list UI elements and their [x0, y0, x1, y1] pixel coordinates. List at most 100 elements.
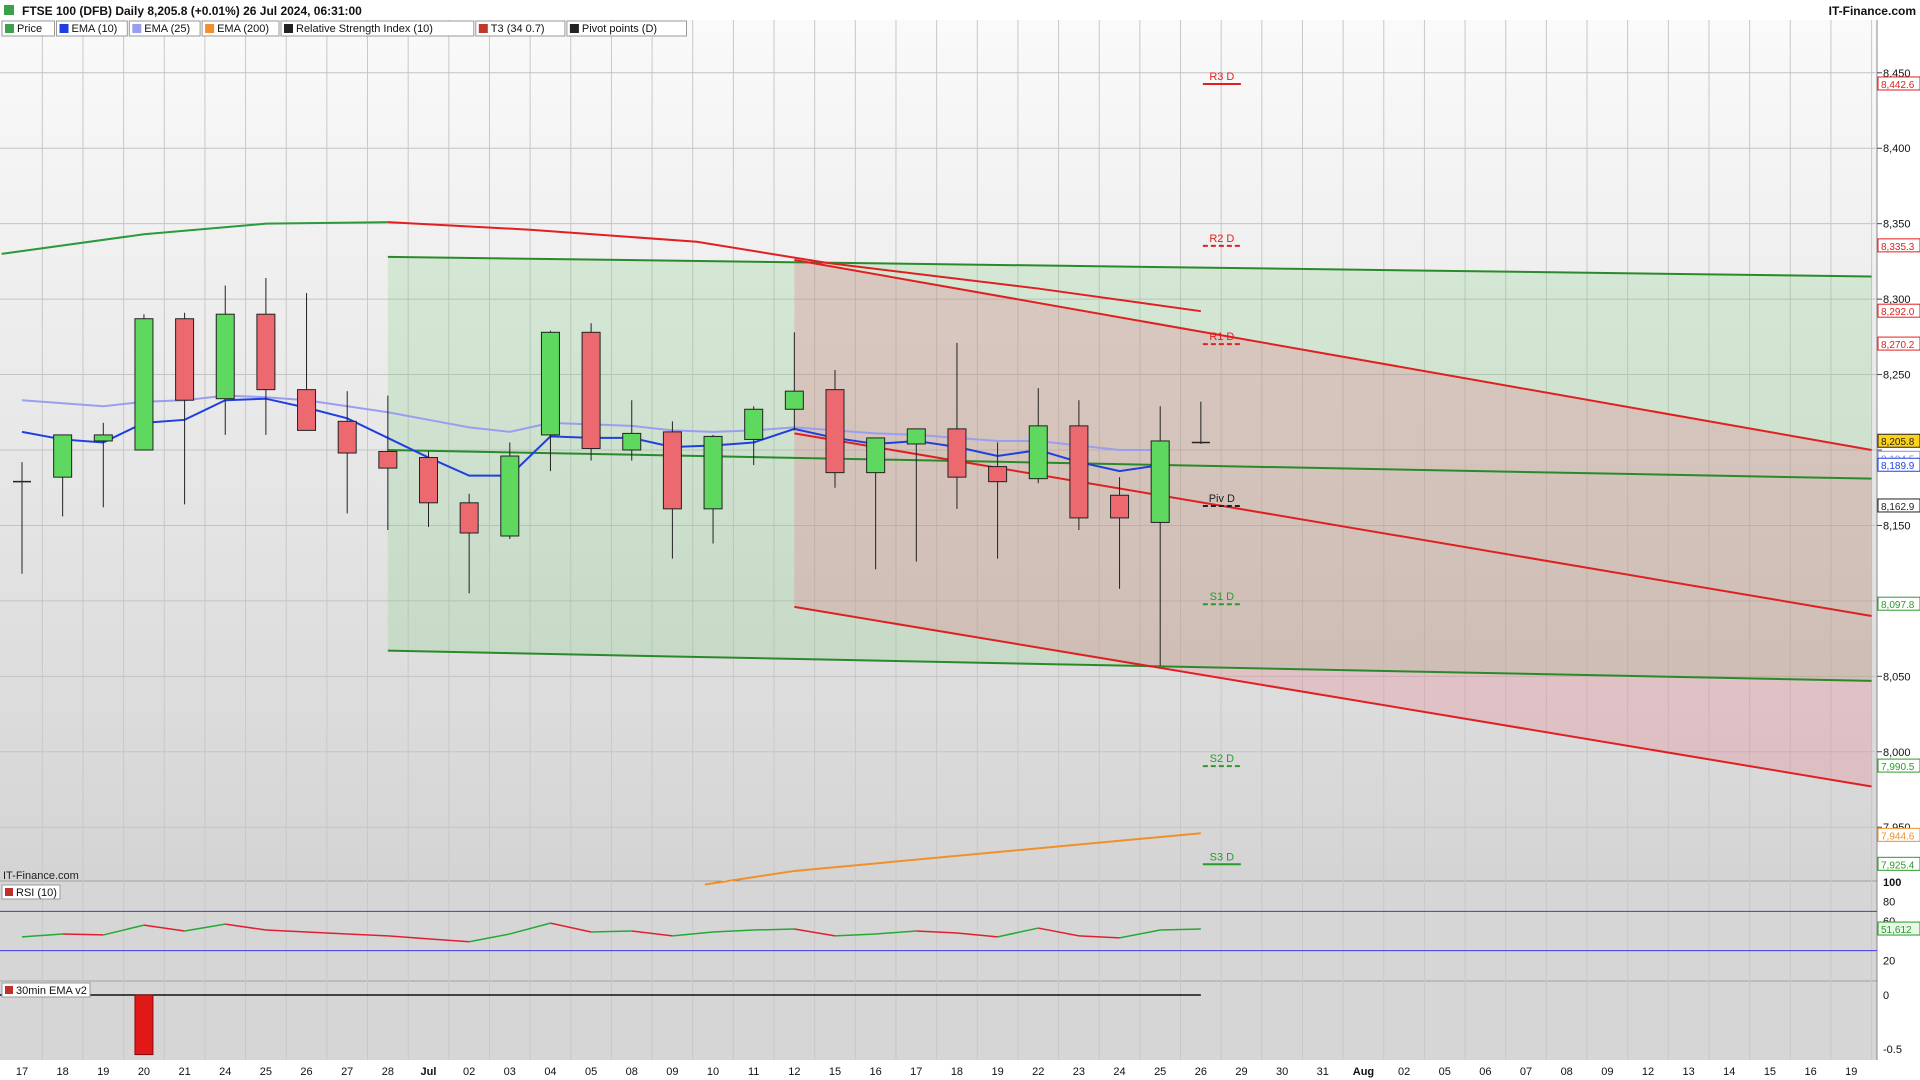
candle-body [297, 389, 317, 431]
candle-body [662, 431, 682, 510]
ema-tick-label: -0.5 [1883, 1044, 1902, 1056]
price-tag-label: 8,335.3 [1881, 242, 1915, 253]
candle-body [419, 457, 438, 504]
x-tick-label: 15 [829, 1066, 841, 1078]
candle-body [703, 435, 723, 510]
price-tag-label: 7,990.5 [1881, 762, 1915, 773]
x-tick-label: 11 [748, 1066, 759, 1078]
x-tick-label: 09 [666, 1066, 678, 1078]
price-tag-label: 8,189.9 [1881, 461, 1915, 472]
rsi-title: RSI (10) [16, 887, 57, 899]
x-tick-label: 09 [1601, 1066, 1613, 1078]
pivot-label: R2 D [1209, 233, 1234, 245]
legend-swatch [205, 24, 215, 33]
pivot-label: S3 D [1210, 851, 1235, 863]
x-tick-label: 08 [1561, 1066, 1573, 1078]
candle-body [947, 428, 967, 478]
x-tick-label: 26 [300, 1066, 312, 1078]
x-tick-label: 28 [382, 1066, 394, 1078]
price-tag-label: 8,097.8 [1881, 600, 1915, 611]
x-tick-label: 23 [1073, 1066, 1085, 1078]
x-tick-label: 12 [1642, 1066, 1654, 1078]
rsi-segment [753, 928, 795, 931]
ema-panel-title: 30min EMA v2 [16, 985, 87, 997]
legend-label: Relative Strength Index (10) [296, 23, 433, 35]
x-tick-label: 19 [991, 1066, 1003, 1078]
x-tick-label: 25 [1154, 1066, 1166, 1078]
candle-body [134, 318, 154, 451]
x-tick-label: 27 [341, 1066, 353, 1078]
pivot-label: R1 D [1209, 331, 1234, 343]
price-tag-label: 7,925.4 [1881, 860, 1915, 871]
ema-bar [134, 994, 154, 1056]
ema-tick-label: 0 [1883, 990, 1889, 1002]
x-tick-label: 19 [1845, 1066, 1857, 1078]
legend: Price EMA (10) EMA (25) EMA (200) Relative S… [1, 20, 688, 37]
pivot-label: Piv D [1209, 493, 1235, 505]
legend-swatch [59, 24, 69, 33]
pivot-label: S1 D [1210, 591, 1235, 603]
x-tick-label: 17 [910, 1066, 922, 1078]
x-tick-label: 02 [463, 1066, 475, 1078]
candle-body [1069, 425, 1089, 519]
x-tick-label: 10 [707, 1066, 719, 1078]
x-tick-label: 15 [1764, 1066, 1776, 1078]
x-tick-label: 08 [626, 1066, 638, 1078]
ema-title-icon [5, 986, 13, 994]
watermark: IT-Finance.com [3, 870, 79, 882]
x-tick-label: 29 [1235, 1066, 1247, 1078]
x-tick-label: 25 [260, 1066, 272, 1078]
legend-label: EMA (200) [217, 23, 269, 35]
legend-swatch [478, 24, 488, 33]
chart-title: FTSE 100 (DFB) Daily 8,205.8 (+0.01%) 26… [22, 4, 362, 18]
price-tag-label: 8,270.2 [1881, 340, 1915, 351]
candle-body [825, 389, 845, 474]
title-icon [4, 5, 14, 15]
x-tick-label: 18 [951, 1066, 963, 1078]
pivot-label: S2 D [1210, 753, 1235, 765]
candle-body [459, 502, 479, 534]
x-tick-label: 06 [1479, 1066, 1491, 1078]
x-tick-label: 12 [788, 1066, 800, 1078]
rsi-tick-label: 100 [1883, 877, 1901, 889]
brand-logo-text: IT-Finance.com [1829, 4, 1916, 18]
x-tick-label: 30 [1276, 1066, 1288, 1078]
candle-body [866, 437, 886, 474]
legend-swatch [569, 24, 579, 33]
y-tick-label: 8,000 [1883, 747, 1911, 759]
candle-body [1150, 440, 1170, 523]
x-tick-label: Jul [421, 1066, 437, 1078]
rsi-value-label: 51,612 [1881, 925, 1912, 936]
x-tick-label: 19 [97, 1066, 109, 1078]
x-tick-label: 14 [1723, 1066, 1735, 1078]
rsi-segment [62, 933, 104, 936]
x-tick-label: 16 [1804, 1066, 1816, 1078]
legend-label: T3 (34 0.7) [491, 23, 545, 35]
x-tick-label: 07 [1520, 1066, 1532, 1078]
y-tick-label: 8,050 [1883, 671, 1911, 683]
price-tag-label: 8,292.0 [1881, 307, 1915, 318]
x-tick-label: 20 [138, 1066, 150, 1078]
pivot-label: R3 D [1209, 71, 1234, 83]
rsi-segment [591, 930, 632, 933]
legend-swatch [5, 24, 14, 33]
rsi-segment [1160, 928, 1201, 931]
x-tick-label: 21 [178, 1066, 190, 1078]
y-tick-label: 8,150 [1883, 520, 1911, 532]
candle-body [581, 331, 601, 449]
legend-label: Price [17, 23, 42, 35]
candle-body [744, 408, 764, 440]
x-tick-label: 18 [57, 1066, 69, 1078]
x-tick-label: 05 [585, 1066, 597, 1078]
candle-body [1110, 494, 1130, 519]
rsi-tick-label: 80 [1883, 897, 1895, 909]
ema-panel-background [0, 982, 1877, 1060]
x-tick-label: 16 [870, 1066, 882, 1078]
candle-body [540, 331, 560, 436]
candle-body [1028, 425, 1048, 480]
x-tick-label: 03 [504, 1066, 516, 1078]
y-tick-label: 8,350 [1883, 219, 1911, 231]
price-tag-label: 8,162.9 [1881, 502, 1915, 513]
price-tag-label: 7,944.6 [1881, 831, 1915, 842]
x-tick-label: Aug [1353, 1066, 1374, 1078]
